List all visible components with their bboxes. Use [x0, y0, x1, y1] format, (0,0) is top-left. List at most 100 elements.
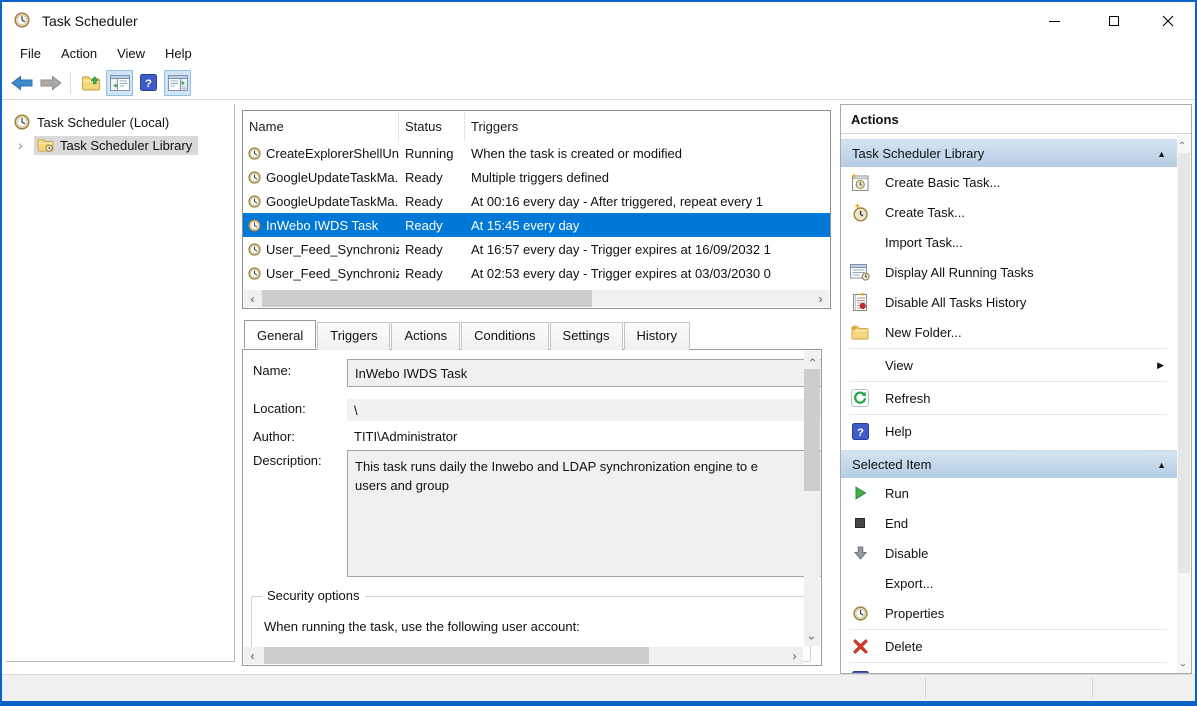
- scroll-left-icon[interactable]: ‹: [244, 647, 261, 664]
- tab-triggers[interactable]: Triggers: [317, 322, 390, 350]
- display-running-tasks-icon: [850, 262, 870, 282]
- action-label: Properties: [885, 606, 944, 621]
- minimize-icon: [1049, 21, 1060, 22]
- scroll-right-icon[interactable]: ›: [812, 290, 829, 307]
- action-view[interactable]: View▶: [841, 350, 1177, 380]
- tree-item-task-scheduler-library[interactable]: › Task Scheduler Library: [6, 134, 234, 156]
- menu-action[interactable]: Action: [51, 43, 107, 64]
- action-create-task[interactable]: Create Task...: [841, 197, 1177, 227]
- tab-actions[interactable]: Actions: [391, 322, 460, 350]
- help-icon: ?: [850, 421, 870, 441]
- task-row[interactable]: InWebo IWDS TaskReadyAt 15:45 every day: [243, 213, 830, 237]
- section-header-label: Task Scheduler Library: [852, 146, 984, 161]
- action-properties[interactable]: Properties: [841, 598, 1177, 628]
- task-row[interactable]: User_Feed_Synchroniz...ReadyAt 16:57 eve…: [243, 237, 830, 261]
- collapse-caret-icon[interactable]: ▲: [1157, 149, 1166, 159]
- menu-help[interactable]: Help: [155, 43, 202, 64]
- collapse-caret-icon[interactable]: ▲: [1157, 460, 1166, 470]
- scroll-right-icon[interactable]: ›: [786, 647, 803, 664]
- task-clock-icon: [248, 267, 261, 280]
- action-separator: [849, 662, 1167, 663]
- tab-settings[interactable]: Settings: [550, 322, 623, 350]
- scrollbar-thumb[interactable]: [804, 369, 820, 491]
- general-tab-pane: Name: InWebo IWDS Task Location: \ Autho…: [242, 349, 822, 666]
- tree-selection[interactable]: Task Scheduler Library: [34, 136, 198, 155]
- action-delete[interactable]: Delete: [841, 631, 1177, 661]
- show-hide-action-pane-button[interactable]: [164, 70, 191, 96]
- column-header-name[interactable]: Name: [243, 111, 399, 141]
- create-basic-task-icon: [850, 172, 870, 192]
- action-help[interactable]: ? Help: [841, 416, 1177, 446]
- task-list-horizontal-scrollbar[interactable]: ‹ ›: [244, 290, 829, 307]
- task-clock-icon: [248, 171, 261, 184]
- description-line: users and group: [355, 476, 817, 495]
- minimize-button[interactable]: [1031, 2, 1077, 40]
- action-new-folder[interactable]: New Folder...: [841, 317, 1177, 347]
- show-hide-console-tree-button[interactable]: [106, 70, 133, 96]
- action-label: Delete: [885, 639, 923, 654]
- actions-pane-title: Actions: [841, 105, 1191, 134]
- task-list-header: Name Status Triggers: [243, 111, 830, 141]
- task-clock-icon: [248, 219, 261, 232]
- action-disable[interactable]: Disable: [841, 538, 1177, 568]
- details-tabs: GeneralTriggersActionsConditionsSettings…: [244, 322, 691, 350]
- scrollbar-thumb[interactable]: [262, 290, 592, 307]
- details-horizontal-scrollbar[interactable]: ‹ ›: [244, 647, 803, 664]
- tree-item-task-scheduler-local[interactable]: Task Scheduler (Local): [6, 111, 234, 133]
- task-name: User_Feed_Synchroniz...: [266, 242, 399, 257]
- task-status: Ready: [399, 218, 465, 233]
- task-status: Ready: [399, 266, 465, 281]
- back-button[interactable]: [8, 70, 35, 96]
- task-row[interactable]: User_Feed_Synchroniz...ReadyAt 02:53 eve…: [243, 261, 830, 285]
- action-export[interactable]: Export...: [841, 568, 1177, 598]
- action-refresh[interactable]: Refresh: [841, 383, 1177, 413]
- maximize-icon: [1109, 16, 1119, 26]
- actions-section-header[interactable]: Task Scheduler Library ▲: [841, 139, 1177, 167]
- task-name: InWebo IWDS Task: [266, 218, 378, 233]
- action-label: Help: [885, 424, 912, 439]
- maximize-button[interactable]: [1091, 2, 1137, 40]
- actions-vertical-scrollbar[interactable]: › ›: [1177, 135, 1191, 673]
- details-vertical-scrollbar[interactable]: › ›: [804, 351, 820, 646]
- description-field: This task runs daily the Inwebo and LDAP…: [347, 450, 822, 577]
- action-display-all-running-tasks[interactable]: Display All Running Tasks: [841, 257, 1177, 287]
- help-button[interactable]: ?: [135, 70, 162, 96]
- task-clock-icon: [248, 147, 261, 160]
- actions-section-header[interactable]: Selected Item▲: [841, 450, 1177, 478]
- menu-view[interactable]: View: [107, 43, 155, 64]
- task-triggers: When the task is created or modified: [465, 146, 830, 161]
- scroll-up-icon[interactable]: ›: [1176, 135, 1190, 151]
- console-tree-panel: Task Scheduler (Local) › Task Scheduler …: [6, 104, 235, 662]
- scroll-up-icon[interactable]: ›: [804, 351, 820, 368]
- task-name: CreateExplorerShellUn...: [266, 146, 399, 161]
- tab-general[interactable]: General: [244, 320, 316, 348]
- action-disable-all-tasks-history[interactable]: Disable All Tasks History: [841, 287, 1177, 317]
- task-row[interactable]: GoogleUpdateTaskMa...ReadyMultiple trigg…: [243, 165, 830, 189]
- action-create-basic-task[interactable]: Create Basic Task...: [841, 167, 1177, 197]
- forward-button[interactable]: [37, 70, 64, 96]
- scroll-down-icon[interactable]: ›: [1176, 657, 1190, 673]
- tab-history[interactable]: History: [624, 322, 690, 350]
- tree-expander-icon[interactable]: ›: [18, 138, 31, 152]
- folder-clock-icon: [37, 138, 54, 152]
- scroll-down-icon[interactable]: ›: [804, 629, 820, 646]
- task-row[interactable]: CreateExplorerShellUn...RunningWhen the …: [243, 141, 830, 165]
- tab-conditions[interactable]: Conditions: [461, 322, 548, 350]
- scrollbar-thumb[interactable]: [1178, 153, 1190, 573]
- column-header-triggers[interactable]: Triggers: [465, 111, 830, 141]
- action-run[interactable]: Run: [841, 478, 1177, 508]
- close-button[interactable]: [1145, 2, 1191, 40]
- task-row[interactable]: GoogleUpdateTaskMa...ReadyAt 00:16 every…: [243, 189, 830, 213]
- action-import-task[interactable]: Import Task...: [841, 227, 1177, 257]
- action-end[interactable]: End: [841, 508, 1177, 538]
- scroll-left-icon[interactable]: ‹: [244, 290, 261, 307]
- column-header-status[interactable]: Status: [399, 111, 465, 141]
- end-icon: [850, 513, 870, 533]
- up-one-level-button[interactable]: [77, 70, 104, 96]
- action-help[interactable]: ? Help: [841, 664, 1177, 673]
- help-icon: ?: [850, 669, 870, 673]
- action-label: Help: [885, 672, 912, 674]
- scrollbar-thumb[interactable]: [264, 647, 649, 664]
- menu-file[interactable]: File: [10, 43, 51, 64]
- action-label: Create Basic Task...: [885, 175, 1000, 190]
